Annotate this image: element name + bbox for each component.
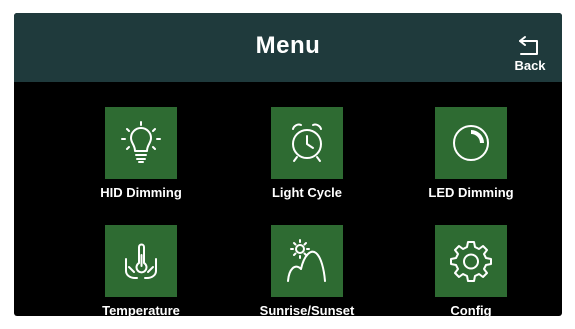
tile-icon-box [105, 107, 177, 179]
menu-item-label: Light Cycle [271, 185, 343, 200]
header-bar: Menu Back [14, 13, 562, 82]
tile-icon-box [271, 107, 343, 179]
menu-item-label: LED Dimming [428, 185, 514, 200]
menu-item-label: HID Dimming [100, 185, 182, 200]
menu-item-config[interactable]: Config [406, 225, 536, 316]
menu-screen: Menu Back HID Dimming Light Cycle LED Di… [14, 13, 562, 316]
menu-item-temperature[interactable]: Temperature [76, 225, 206, 316]
alarm-clock-icon [292, 123, 322, 162]
tile-icon-box [105, 225, 177, 297]
back-arrow-icon [519, 36, 538, 55]
menu-item-hid-dimming[interactable]: HID Dimming [76, 107, 206, 207]
menu-item-label: Sunrise/Sunset [259, 303, 355, 316]
back-label: Back [514, 58, 546, 73]
thermometer-hands-icon [125, 243, 157, 279]
tile-icon-box [271, 225, 343, 297]
tile-icon-box [435, 225, 507, 297]
bulb-icon [121, 121, 161, 163]
menu-item-label: Temperature [102, 303, 180, 316]
back-button[interactable]: Back [510, 35, 550, 77]
menu-item-label: Config [450, 303, 492, 316]
menu-item-light-cycle[interactable]: Light Cycle [242, 107, 372, 207]
dial-gauge-icon [453, 125, 489, 161]
menu-item-sunrise-sunset[interactable]: Sunrise/Sunset [242, 225, 372, 316]
sun-hills-icon [287, 239, 326, 282]
gear-icon [450, 241, 492, 282]
page-title: Menu [255, 32, 321, 59]
menu-item-led-dimming[interactable]: LED Dimming [406, 107, 536, 207]
tile-icon-box [435, 107, 507, 179]
